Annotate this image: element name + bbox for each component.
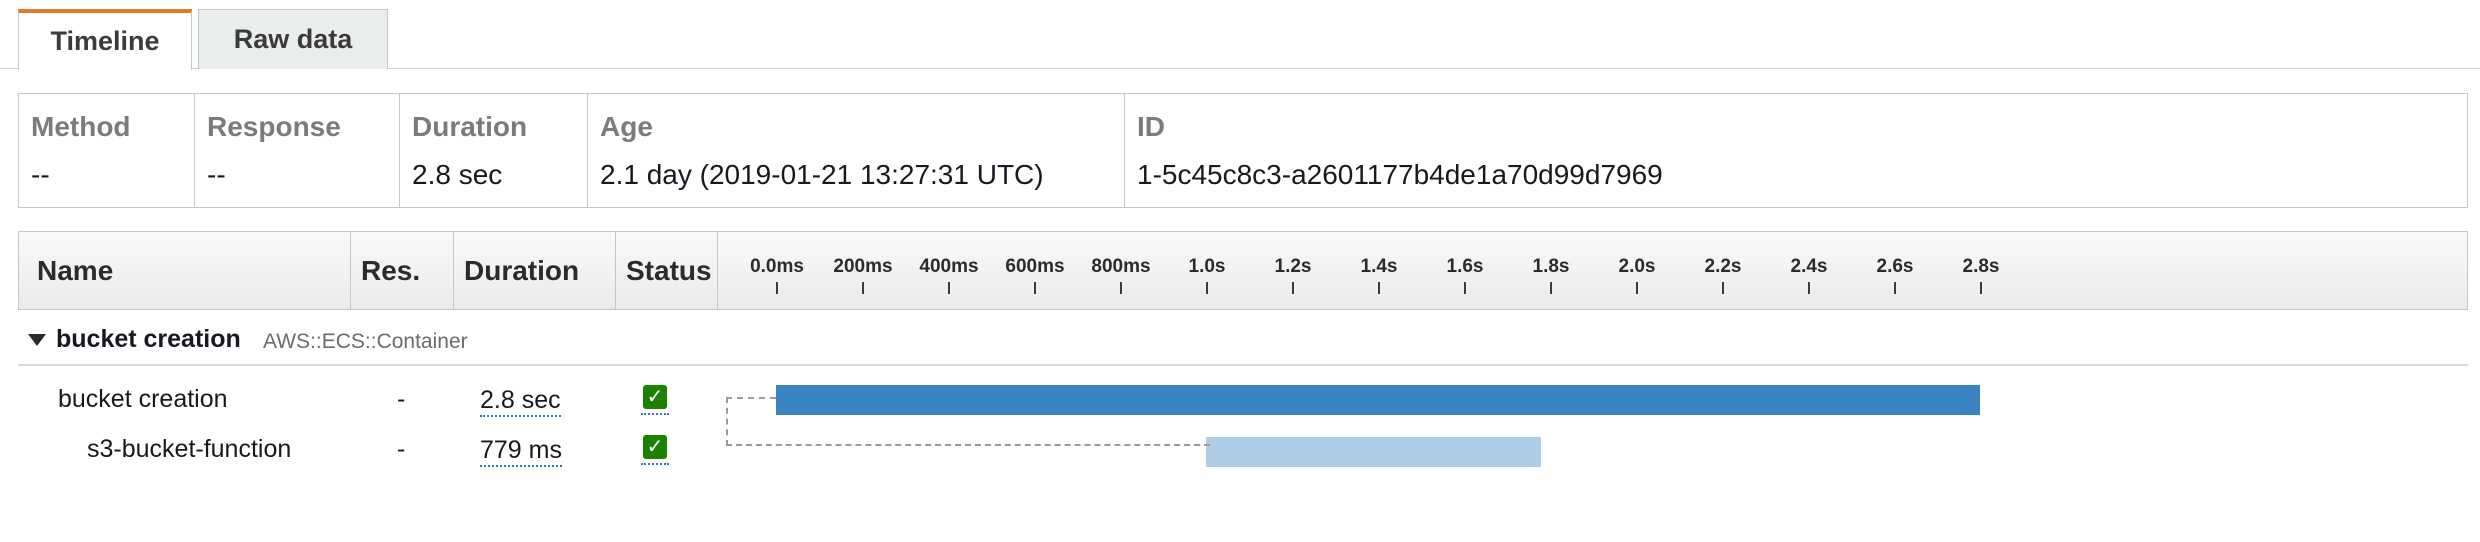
time-tick-mark [1292, 282, 1294, 294]
status-underline [641, 413, 669, 415]
tab-timeline[interactable]: Timeline [18, 9, 192, 70]
caret-down-icon[interactable] [28, 334, 46, 346]
trace-summary: Method -- Response -- Duration 2.8 sec A… [18, 93, 2468, 208]
segment-name[interactable]: s3-bucket-function [87, 435, 291, 464]
segment-duration[interactable]: 2.8 sec [480, 385, 561, 417]
summary-duration-label: Duration [412, 111, 528, 142]
column-duration[interactable]: Duration [454, 232, 616, 309]
time-tick-mark [1980, 282, 1982, 294]
time-tick-label: 1.4s [1360, 256, 1398, 277]
summary-age: Age 2.1 day (2019-01-21 13:27:31 UTC) [588, 94, 1125, 207]
time-tick-mark [1378, 282, 1380, 294]
time-tick-label: 2.6s [1876, 256, 1914, 277]
time-tick-mark [1464, 282, 1466, 294]
time-tick-label: 2.8s [1962, 256, 2000, 277]
time-tick-mark [948, 282, 950, 294]
column-status[interactable]: Status [616, 232, 718, 309]
summary-id: ID 1-5c45c8c3-a2601177b4de1a70d99d7969 [1125, 94, 2467, 207]
time-tick-label: 0.0ms [750, 256, 804, 277]
time-tick-label: 1.6s [1446, 256, 1484, 277]
segment-group[interactable]: bucket creation AWS::ECS::Container [18, 320, 2468, 366]
summary-age-label: Age [600, 111, 653, 142]
time-tick-label: 400ms [919, 256, 979, 277]
time-tick-label: 600ms [1005, 256, 1065, 277]
summary-duration-value: 2.8 sec [412, 159, 503, 190]
time-tick-mark [1550, 282, 1552, 294]
time-tick-mark [1034, 282, 1036, 294]
table-row[interactable]: bucket creation - 2.8 sec ✓ [0, 381, 2480, 425]
table-row[interactable]: s3-bucket-function - 779 ms ✓ [0, 431, 2480, 475]
summary-method: Method -- [19, 94, 195, 207]
tab-raw-data[interactable]: Raw data [198, 9, 388, 69]
segment-duration[interactable]: 779 ms [480, 435, 562, 467]
summary-id-label: ID [1137, 111, 1165, 142]
tab-bar: Timeline Raw data [0, 0, 2480, 70]
summary-method-value: -- [31, 159, 50, 190]
time-tick-label: 1.0s [1188, 256, 1226, 277]
summary-response-value: -- [207, 159, 226, 190]
summary-age-value: 2.1 day (2019-01-21 13:27:31 UTC) [600, 159, 1044, 190]
checkmark-icon[interactable]: ✓ [643, 385, 667, 409]
time-tick-label: 1.2s [1274, 256, 1312, 277]
segment-name[interactable]: bucket creation [58, 385, 228, 414]
segment-response: - [397, 385, 406, 413]
time-tick-label: 200ms [833, 256, 893, 277]
status-underline [641, 463, 669, 465]
summary-method-label: Method [31, 111, 131, 142]
segment-bar[interactable] [776, 385, 1980, 415]
group-name: bucket creation [56, 325, 241, 353]
segment-bar[interactable] [1206, 437, 1541, 467]
time-tick-label: 2.2s [1704, 256, 1742, 277]
parent-connector [726, 397, 776, 446]
time-tick-mark [776, 282, 778, 294]
summary-response: Response -- [195, 94, 400, 207]
time-tick-mark [1808, 282, 1810, 294]
summary-id-value[interactable]: 1-5c45c8c3-a2601177b4de1a70d99d7969 [1137, 157, 2467, 193]
time-tick-label: 1.8s [1532, 256, 1570, 277]
column-res[interactable]: Res. [351, 232, 454, 309]
time-tick-mark [1722, 282, 1724, 294]
checkmark-icon[interactable]: ✓ [643, 435, 667, 459]
group-type: AWS::ECS::Container [263, 330, 468, 353]
timeline-header: Name Res. Duration Status 0.0ms 200ms 400m… [18, 231, 2468, 310]
time-tick-label: 2.0s [1618, 256, 1656, 277]
time-tick-mark [1120, 282, 1122, 294]
time-tick-mark [1894, 282, 1896, 294]
column-name[interactable]: Name [19, 232, 351, 309]
time-tick-label: 800ms [1091, 256, 1151, 277]
time-tick-mark [862, 282, 864, 294]
summary-duration: Duration 2.8 sec [400, 94, 588, 207]
child-connector [726, 444, 1210, 446]
time-tick-mark [1206, 282, 1208, 294]
segment-response: - [397, 435, 406, 463]
time-tick-label: 2.4s [1790, 256, 1828, 277]
time-tick-mark [1636, 282, 1638, 294]
summary-response-label: Response [207, 111, 341, 142]
